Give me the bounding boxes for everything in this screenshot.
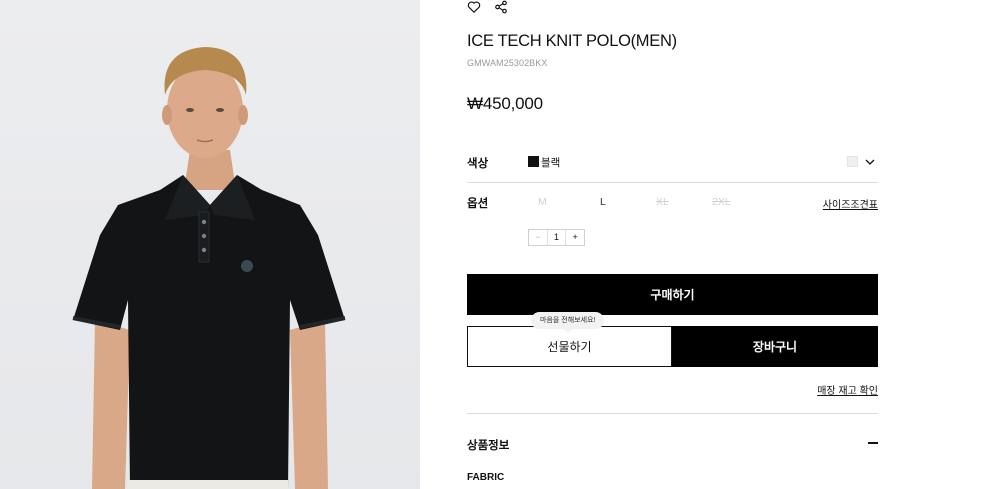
size-chart-link[interactable]: 사이즈조견표 [823, 196, 878, 211]
product-image [0, 0, 420, 489]
fabric-label: FABRIC [467, 472, 505, 483]
divider [467, 182, 878, 183]
store-stock-link[interactable]: 매장 재고 확인 [817, 382, 878, 397]
product-code: GMWAM25302BKX [467, 58, 548, 68]
heart-icon[interactable] [467, 0, 482, 15]
color-label: 색상 [467, 158, 489, 170]
size-option-2xl[interactable]: 2XL [712, 196, 731, 208]
size-option-l[interactable]: L [600, 196, 606, 208]
product-photo-illustration [72, 47, 346, 489]
buy-button[interactable]: 구매하기 [467, 274, 878, 315]
product-info-heading[interactable]: 상품정보 [467, 437, 509, 453]
color-name: 블랙 [541, 157, 561, 169]
color-thumbnail[interactable] [847, 156, 858, 167]
chevron-down-icon[interactable] [864, 155, 876, 167]
product-detail-panel: ICE TECH KNIT POLO(MEN) GMWAM25302BKX ₩4… [467, 0, 878, 489]
size-option-xl[interactable]: XL [656, 196, 669, 208]
top-actions [467, 0, 509, 16]
collapse-icon[interactable] [868, 442, 878, 444]
share-icon[interactable] [494, 0, 509, 15]
quantity-value[interactable]: 1 [548, 230, 566, 245]
gift-tooltip: 마음을 전해보세요! [531, 312, 605, 333]
quantity-increase-button[interactable]: + [565, 230, 584, 245]
quantity-decrease-button[interactable]: − [529, 230, 548, 245]
product-price: ₩450,000 [467, 94, 543, 113]
add-to-cart-button[interactable]: 장바구니 [672, 326, 878, 367]
option-label: 옵션 [467, 198, 489, 210]
size-option-m[interactable]: M [538, 196, 547, 208]
divider [467, 413, 878, 414]
quantity-stepper: − 1 + [528, 229, 585, 246]
product-title: ICE TECH KNIT POLO(MEN) [467, 32, 677, 50]
color-swatch [528, 156, 539, 167]
